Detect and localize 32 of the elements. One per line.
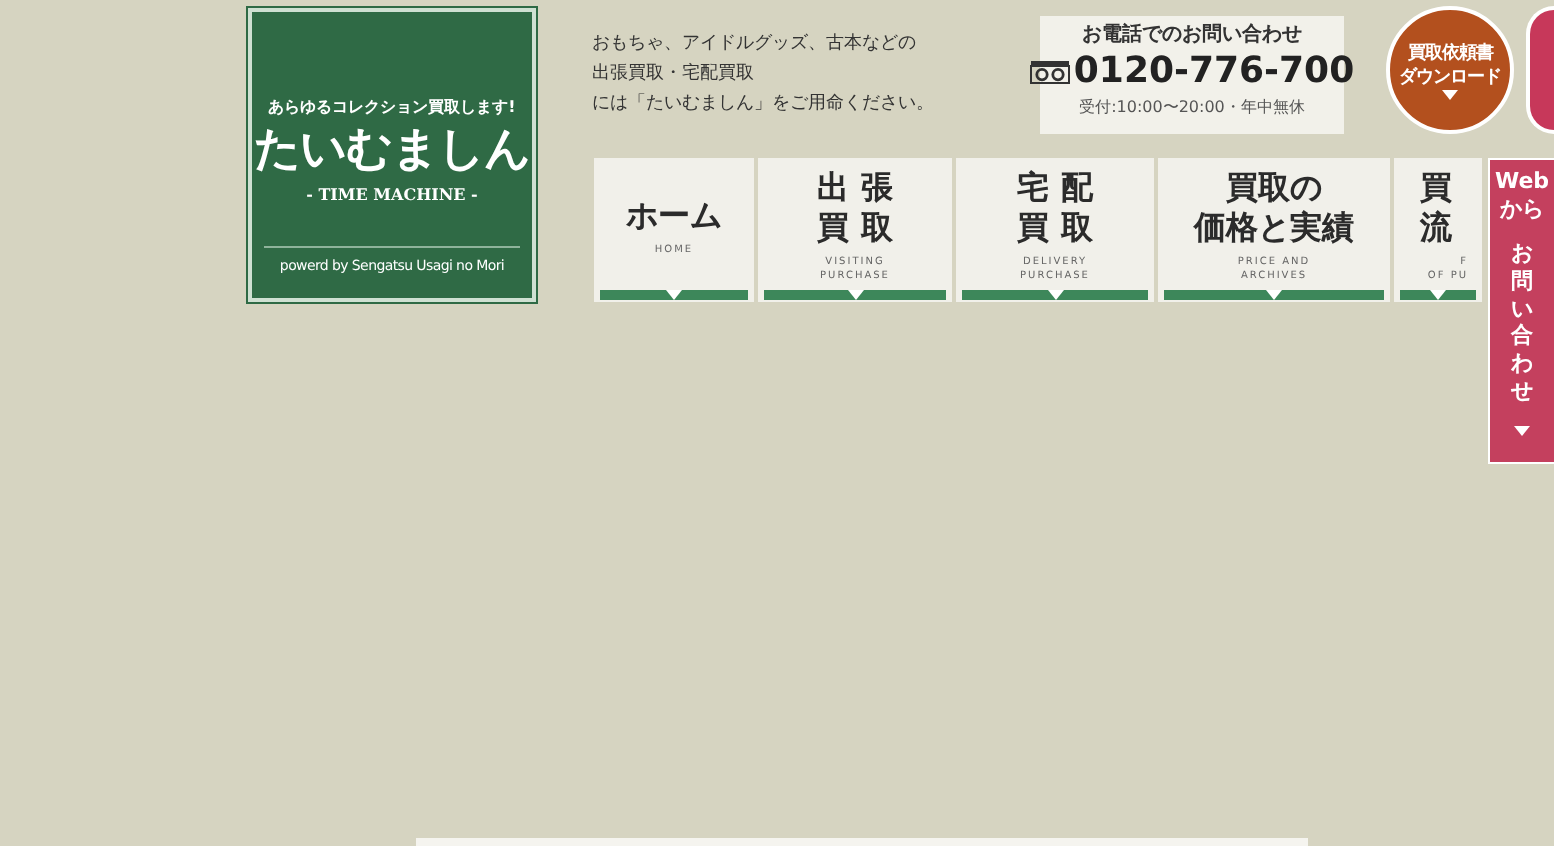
download-button[interactable]: 買取依頼書 ダウンロード [1386, 6, 1514, 134]
caret-icon [666, 290, 682, 300]
nav-title: 出 張 [817, 168, 893, 208]
caret-icon [1047, 290, 1063, 300]
free-dial-icon [1029, 60, 1070, 84]
side-tab-text: から [1500, 196, 1544, 224]
logo-subtitle: - TIME MACHINE - [306, 186, 478, 202]
phone-number: 0120-776-700 [1073, 54, 1355, 90]
caret-icon [1442, 89, 1458, 99]
nav-title: 宅 配 [1017, 168, 1093, 208]
nav-title: 買 取 [1017, 208, 1093, 248]
nav-title: 流 [1420, 208, 1452, 248]
intro-text: おもちゃ、アイドルグッズ、古本などの [592, 32, 918, 56]
contact-side-tab[interactable]: Web から お問い合わせ [1488, 158, 1554, 464]
nav-title: 買取の [1226, 168, 1322, 208]
nav-title: ホーム [626, 195, 722, 235]
intro-text: 出張買取・宅配買取 [592, 62, 756, 86]
side-tab-text: Web [1494, 168, 1550, 196]
nav-title: 買 [1420, 168, 1452, 208]
caret-icon [847, 290, 863, 300]
logo-title: たいむましん [254, 128, 530, 174]
circle-button[interactable] [1526, 6, 1554, 134]
nav-title: 価格と実績 [1194, 208, 1354, 248]
caret-icon [1266, 290, 1282, 300]
logo-tagline: あらゆるコレクション買取します! [268, 100, 516, 116]
side-tab-text: お問い合わせ [1511, 240, 1533, 405]
caret-icon [1430, 290, 1446, 300]
phone-hours: 受付:10:00〜20:00・年中無休 [1079, 100, 1305, 116]
caret-icon [1514, 425, 1530, 435]
intro-text: には「たいむましん」をご用命ください。 [592, 92, 936, 116]
nav-title: 買 取 [817, 208, 893, 248]
phone-heading: お電話でのお問い合わせ [1082, 26, 1302, 46]
